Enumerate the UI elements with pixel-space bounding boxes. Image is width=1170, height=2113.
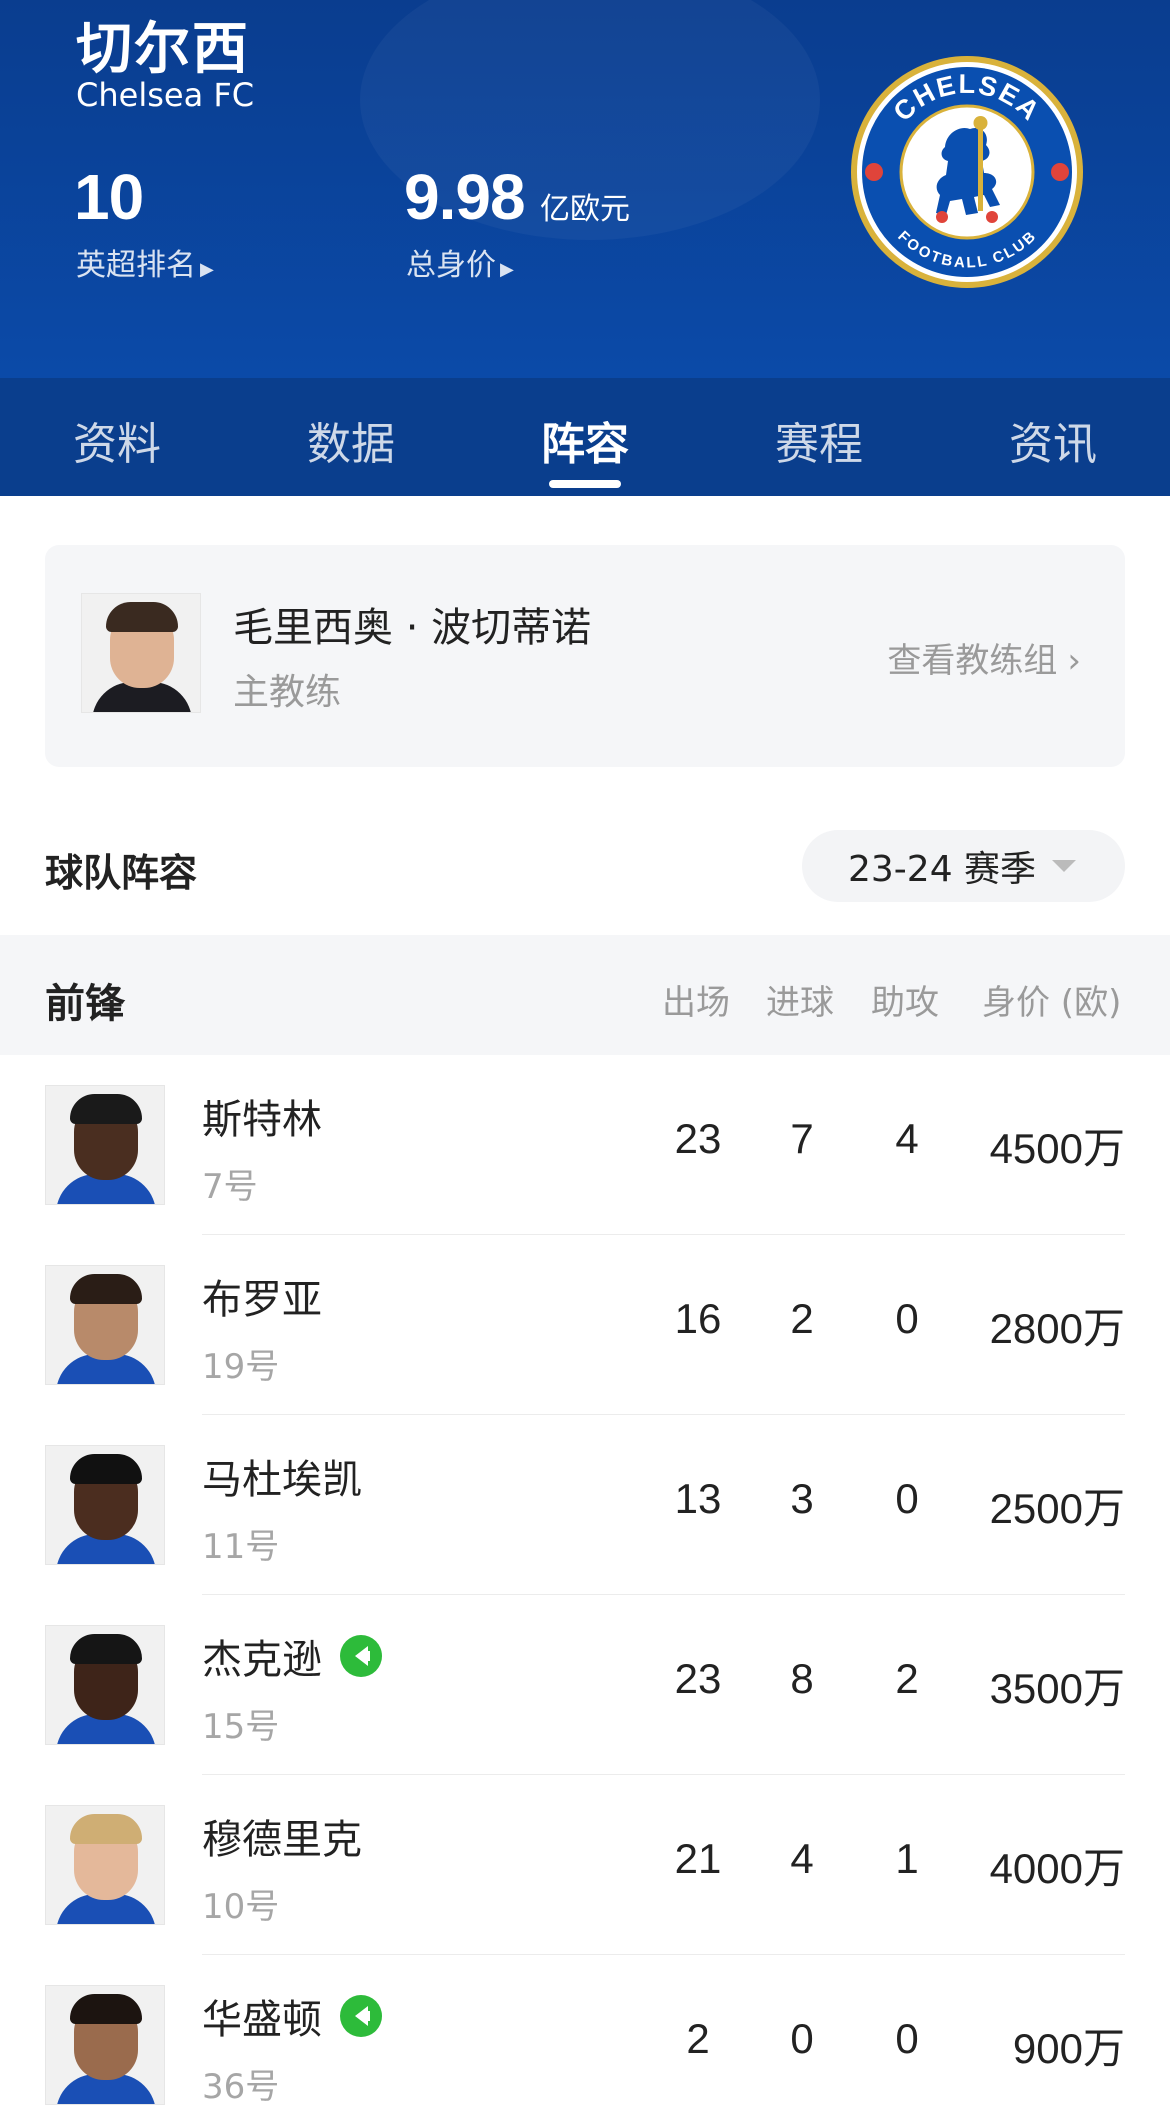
caret-right-icon: ▶ xyxy=(500,259,514,280)
column-header-apps: 出场 xyxy=(662,983,730,1023)
player-avatar xyxy=(45,1445,165,1565)
player-market-value: 3500万 xyxy=(989,1665,1125,1712)
tab-schedule[interactable]: 赛程 xyxy=(702,378,936,496)
player-goals: 2 xyxy=(790,1295,814,1342)
total-value-unit: 亿欧元 xyxy=(540,192,630,227)
caret-down-icon xyxy=(1052,860,1077,872)
season-selector[interactable]: 23-24 赛季 xyxy=(802,830,1125,902)
player-number: 36号 xyxy=(202,2067,280,2107)
player-avatar xyxy=(45,1805,165,1925)
player-avatar xyxy=(45,1985,165,2105)
caret-right-icon: ▶ xyxy=(200,259,214,280)
player-row[interactable]: 斯特林 7号 23 7 4 4500万 xyxy=(0,1055,1170,1235)
player-assists: 4 xyxy=(895,1115,919,1162)
player-goals: 8 xyxy=(790,1655,814,1702)
player-row[interactable]: 马杜埃凯 11号 13 3 0 2500万 xyxy=(0,1415,1170,1595)
chelsea-crest-logo: CHELSEA FOOTBALL CLUB xyxy=(851,56,1083,288)
player-apps: 23 xyxy=(674,1115,722,1162)
player-number: 15号 xyxy=(202,1707,280,1747)
player-name: 马杜埃凯 xyxy=(202,1457,362,1503)
league-rank-label: 英超排名 xyxy=(76,248,196,283)
coach-avatar xyxy=(81,593,201,713)
coach-name: 毛里西奥 · 波切蒂诺 xyxy=(233,605,592,651)
tab-bar: 资料 数据 阵容 赛程 资讯 xyxy=(0,378,1170,496)
total-value-number: 9.98 xyxy=(404,161,526,233)
league-rank-link[interactable]: 英超排名 ▶ xyxy=(76,240,214,284)
player-number: 10号 xyxy=(202,1887,280,1927)
tab-news[interactable]: 资讯 xyxy=(936,378,1170,496)
player-name-wrap: 穆德里克 xyxy=(202,1807,362,1865)
player-name-wrap: 杰克逊 xyxy=(202,1627,382,1685)
player-assists: 2 xyxy=(895,1655,919,1702)
view-coaching-staff-link[interactable]: 查看教练组 › xyxy=(887,633,1081,682)
player-name-wrap: 布罗亚 xyxy=(202,1267,322,1325)
coach-role: 主教练 xyxy=(233,672,342,713)
player-number: 19号 xyxy=(202,1347,280,1387)
position-group-title: 前锋 xyxy=(45,981,125,1027)
chevron-right-icon: › xyxy=(1067,641,1081,681)
player-assists: 0 xyxy=(895,2015,919,2062)
player-name: 华盛顿 xyxy=(202,1997,322,2043)
team-name-cn: 切尔西 xyxy=(76,17,250,82)
team-name-en: Chelsea FC xyxy=(76,76,255,114)
player-goals: 0 xyxy=(790,2015,814,2062)
column-header-goals: 进球 xyxy=(766,983,834,1023)
player-goals: 7 xyxy=(790,1115,814,1162)
player-name: 穆德里克 xyxy=(202,1817,362,1863)
coach-card[interactable]: 毛里西奥 · 波切蒂诺 主教练 查看教练组 › xyxy=(45,545,1125,767)
player-name: 布罗亚 xyxy=(202,1277,322,1323)
player-assists: 1 xyxy=(895,1835,919,1882)
active-tab-indicator xyxy=(549,480,621,488)
total-value-label: 总身价 xyxy=(406,248,496,283)
tab-profile[interactable]: 资料 xyxy=(0,378,234,496)
player-name-wrap: 马杜埃凯 xyxy=(202,1447,362,1505)
player-apps: 21 xyxy=(674,1835,722,1882)
player-number: 11号 xyxy=(202,1527,280,1567)
player-name: 杰克逊 xyxy=(202,1637,322,1683)
player-market-value: 2500万 xyxy=(989,1485,1125,1532)
player-avatar xyxy=(45,1085,165,1205)
player-apps: 2 xyxy=(686,2015,710,2062)
player-assists: 0 xyxy=(895,1295,919,1342)
player-goals: 4 xyxy=(790,1835,814,1882)
column-header-assists: 助攻 xyxy=(871,983,939,1023)
player-apps: 23 xyxy=(674,1655,722,1702)
player-name-wrap: 华盛顿 xyxy=(202,1987,382,2045)
player-market-value: 2800万 xyxy=(989,1305,1125,1352)
player-market-value: 4500万 xyxy=(989,1125,1125,1172)
player-row[interactable]: 杰克逊 15号 23 8 2 3500万 xyxy=(0,1595,1170,1775)
player-market-value: 900万 xyxy=(1012,2025,1125,2072)
tab-stats[interactable]: 数据 xyxy=(234,378,468,496)
player-number: 7号 xyxy=(202,1167,258,1207)
season-label: 23-24 赛季 xyxy=(848,849,1037,890)
team-header: 切尔西 Chelsea FC 10 英超排名 ▶ 9.98 亿欧元 总身价 ▶ CH… xyxy=(0,0,1170,378)
player-market-value: 4000万 xyxy=(989,1845,1125,1892)
squad-section-title: 球队阵容 xyxy=(45,851,198,895)
league-rank-value: 10 xyxy=(74,161,144,233)
player-list: 斯特林 7号 23 7 4 4500万 布罗亚 19号 16 2 0 2800万 xyxy=(0,1055,1170,2113)
speaker-badge-icon[interactable] xyxy=(340,1995,382,2037)
speaker-badge-icon[interactable] xyxy=(340,1635,382,1677)
player-apps: 16 xyxy=(674,1295,722,1342)
player-row[interactable]: 布罗亚 19号 16 2 0 2800万 xyxy=(0,1235,1170,1415)
player-apps: 13 xyxy=(674,1475,722,1522)
tab-squad[interactable]: 阵容 xyxy=(468,378,702,496)
player-row[interactable]: 华盛顿 36号 2 0 0 900万 xyxy=(0,1955,1170,2113)
player-goals: 3 xyxy=(790,1475,814,1522)
player-assists: 0 xyxy=(895,1475,919,1522)
player-name: 斯特林 xyxy=(202,1097,322,1143)
player-name-wrap: 斯特林 xyxy=(202,1087,322,1145)
position-group-header: 前锋 出场 进球 助攻 身价 (欧) xyxy=(0,935,1170,1055)
player-row[interactable]: 穆德里克 10号 21 4 1 4000万 xyxy=(0,1775,1170,1955)
total-value-link[interactable]: 总身价 ▶ xyxy=(406,240,514,284)
column-header-value: 身价 (欧) xyxy=(982,983,1122,1023)
player-avatar xyxy=(45,1265,165,1385)
player-avatar xyxy=(45,1625,165,1745)
